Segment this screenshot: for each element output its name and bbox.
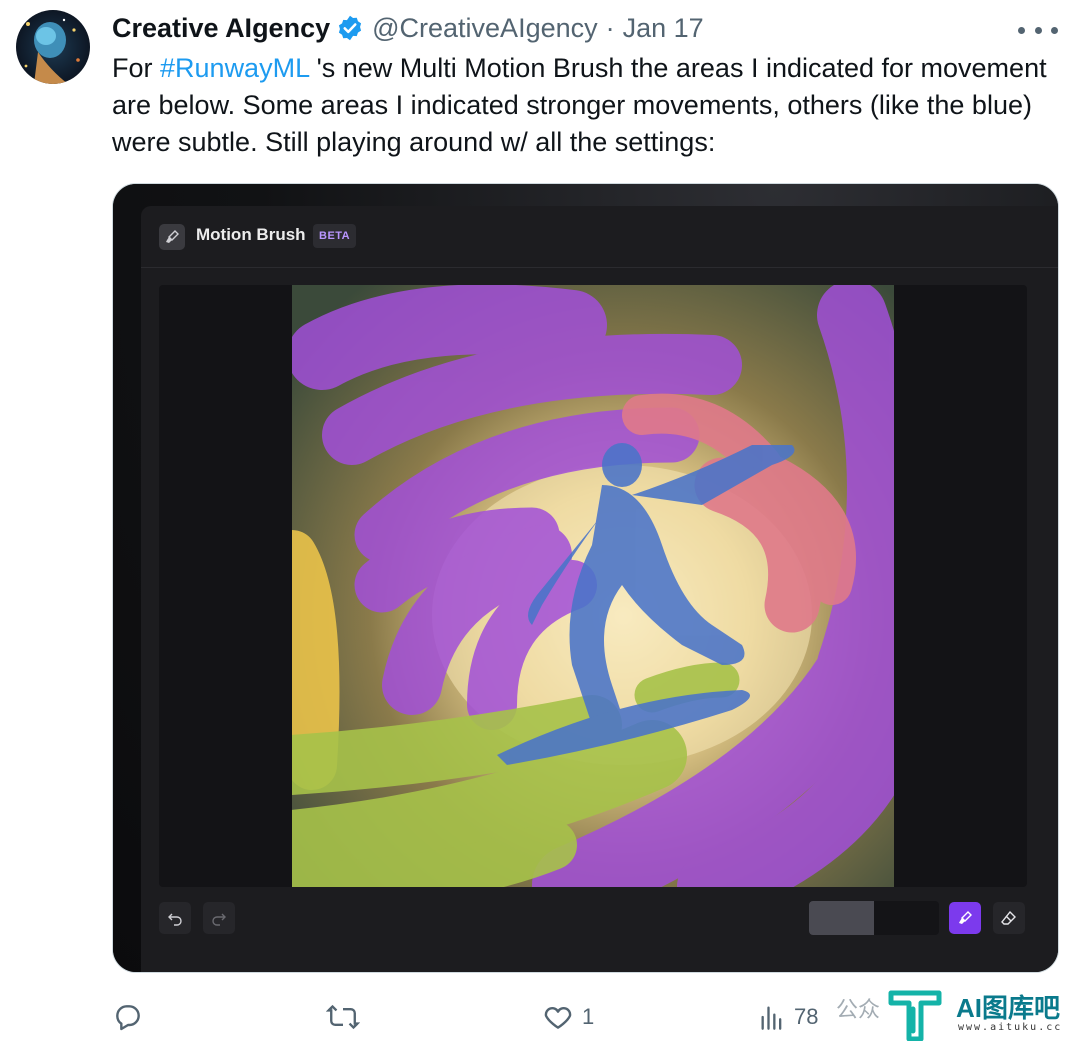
tweet-date[interactable]: Jan 17 bbox=[623, 13, 704, 44]
reply-icon bbox=[116, 1005, 140, 1031]
brush-size-slider[interactable] bbox=[809, 901, 939, 935]
views-count: 78 bbox=[794, 1004, 819, 1029]
avatar-image bbox=[16, 10, 90, 84]
eraser-icon bbox=[1001, 910, 1016, 925]
like-button[interactable]: 1 bbox=[542, 995, 594, 1039]
paintbrush-icon bbox=[159, 224, 185, 250]
tweet-header: Creative AIgency @CreativeAIgency · Jan … bbox=[112, 10, 704, 46]
reply-button[interactable] bbox=[112, 995, 152, 1039]
watermark-wechat-text: 公众 bbox=[836, 997, 881, 1022]
watermark-title: AI图库吧 bbox=[956, 993, 1061, 1023]
tweet-text-before: For bbox=[112, 53, 161, 83]
brush-toolbar bbox=[159, 901, 1027, 941]
heart-icon bbox=[544, 1007, 572, 1029]
author-name[interactable]: Creative AIgency bbox=[112, 13, 330, 44]
tweet[interactable]: Creative AIgency @CreativeAIgency · Jan … bbox=[0, 0, 1080, 1046]
paintbrush-icon bbox=[959, 911, 972, 924]
like-count: 1 bbox=[582, 1004, 595, 1029]
author-handle[interactable]: @CreativeAIgency bbox=[372, 13, 598, 44]
separator-dot: · bbox=[605, 12, 615, 43]
verified-badge-icon bbox=[339, 15, 362, 41]
redo-button[interactable] bbox=[203, 902, 235, 934]
hashtag-link[interactable]: #RunwayML bbox=[160, 53, 309, 83]
redo-icon bbox=[212, 913, 226, 926]
beta-badge: BETA bbox=[313, 224, 357, 248]
retweet-button[interactable] bbox=[326, 995, 368, 1039]
app-title: Motion Brush bbox=[196, 225, 306, 244]
brush-canvas[interactable] bbox=[159, 285, 1027, 887]
eraser-tool-button[interactable] bbox=[993, 902, 1025, 934]
watermark-logo-icon bbox=[887, 985, 943, 1042]
views-icon bbox=[761, 1006, 782, 1030]
undo-button[interactable] bbox=[159, 902, 191, 934]
avatar[interactable] bbox=[16, 10, 90, 84]
brush-tool-button[interactable] bbox=[949, 902, 981, 934]
tweet-text: For #RunwayML 's new Multi Motion Brush … bbox=[112, 50, 1052, 161]
surfer-image[interactable] bbox=[292, 285, 894, 887]
motion-brush-window: Motion Brush BETA bbox=[141, 206, 1058, 972]
media-attachment[interactable]: Motion Brush BETA bbox=[112, 183, 1059, 973]
retweet-icon bbox=[326, 1004, 360, 1030]
more-dots-icon[interactable] bbox=[1018, 18, 1058, 42]
views-button[interactable]: 78 bbox=[758, 995, 818, 1039]
slider-fill bbox=[809, 901, 874, 935]
undo-icon bbox=[168, 913, 182, 926]
watermark-url: www.aituku.cc bbox=[958, 1022, 1063, 1033]
app-header: Motion Brush BETA bbox=[141, 206, 1058, 268]
painted-image bbox=[292, 285, 894, 887]
